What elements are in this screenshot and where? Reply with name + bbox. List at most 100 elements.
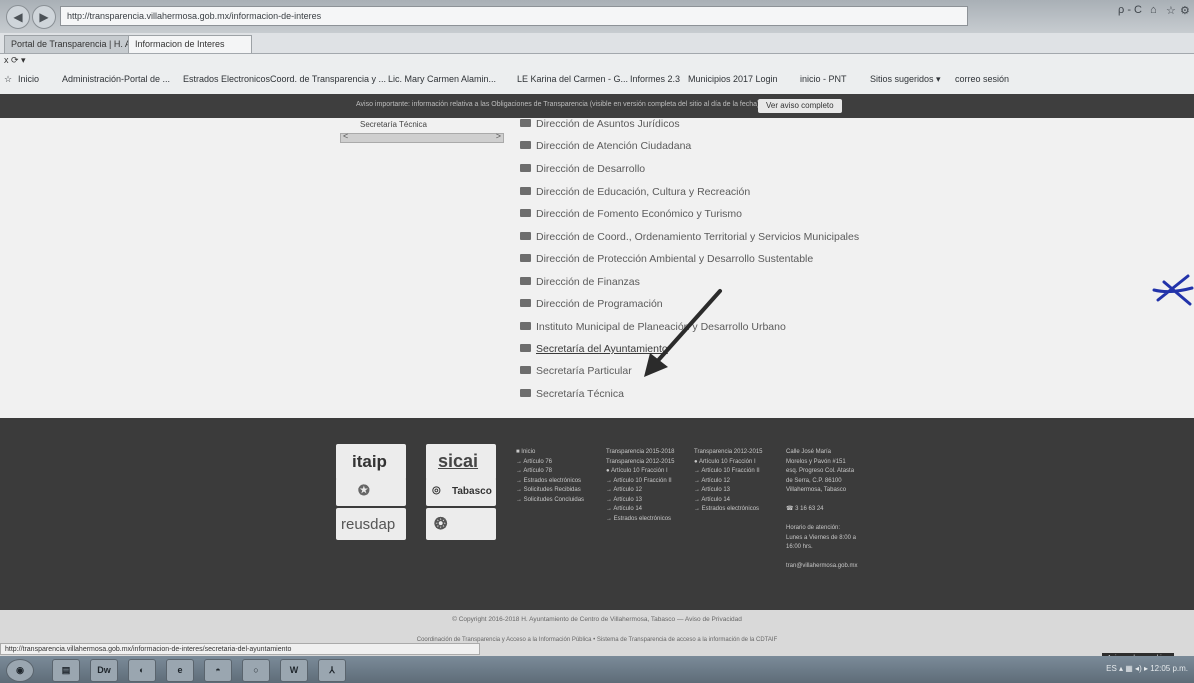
- footer-link[interactable]: ● Artículo 10 Fracción I: [694, 458, 763, 468]
- tabasco-seal-icon: ◎: [432, 485, 441, 496]
- footer-link[interactable]: → Estrados electrónicos: [694, 505, 763, 515]
- footer-link[interactable]: → Artículo 78: [516, 467, 584, 477]
- chrome-icon[interactable]: ○: [242, 659, 270, 682]
- footer-link[interactable]: → Artículo 13: [606, 496, 675, 506]
- tab-portal[interactable]: Portal de Transparencia | H. Ay...: [4, 35, 133, 53]
- favorite-municipios[interactable]: Municipios 2017 Login: [688, 74, 778, 84]
- list-item[interactable]: Dirección de Fomento Económico y Turismo: [520, 206, 742, 222]
- notice-text: Aviso importante: información relativa a…: [356, 101, 760, 108]
- footer-link[interactable]: → Artículo 10 Fracción II: [694, 467, 763, 477]
- footer-link[interactable]: → Solicitudes Recibidas: [516, 486, 584, 496]
- internet-explorer-icon[interactable]: e: [166, 659, 194, 682]
- dreamweaver-icon[interactable]: Dw: [90, 659, 118, 682]
- footer-link[interactable]: → Solicitudes Concluidas: [516, 496, 584, 506]
- list-item[interactable]: Dirección de Educación, Cultura y Recrea…: [520, 184, 750, 200]
- folder-icon: [520, 254, 531, 263]
- settings-icon[interactable]: ⚙: [1180, 4, 1190, 17]
- favorites-bar: ☆ Inicio Administración-Portal de ... Es…: [0, 66, 1194, 95]
- forward-icon[interactable]: ▶: [32, 5, 56, 29]
- scroll-right-icon[interactable]: >: [496, 131, 501, 141]
- media-player-icon[interactable]: ◐: [128, 659, 156, 682]
- reusdap-logo[interactable]: reusdap: [336, 508, 406, 540]
- footer-contact: Calle José María Morelos y Pavón #151 es…: [786, 448, 857, 572]
- footer-link[interactable]: → Artículo 76: [516, 458, 584, 468]
- footer-link[interactable]: → Artículo 14: [606, 505, 675, 515]
- explorer-icon[interactable]: ▤: [52, 659, 80, 682]
- sicai-logo[interactable]: sicai: [426, 444, 496, 480]
- favorite-admin-portal[interactable]: Administración-Portal de ...: [62, 74, 170, 84]
- footer-link[interactable]: ■ Inicio: [516, 448, 584, 458]
- list-item[interactable]: Secretaría Técnica: [520, 386, 624, 402]
- folder-icon: [520, 209, 531, 218]
- footer-col-links: ■ Inicio → Artículo 76 → Artículo 78 → E…: [516, 448, 584, 505]
- footer-link[interactable]: Transparencia 2012-2015: [694, 448, 763, 458]
- pen-mark-icon: [1152, 274, 1194, 306]
- list-item[interactable]: Dirección de Asuntos Jurídicos: [520, 116, 680, 132]
- list-item[interactable]: Dirección de Desarrollo: [520, 161, 645, 177]
- back-icon[interactable]: ◀: [6, 5, 30, 29]
- favorites-icon[interactable]: ☆: [1166, 4, 1176, 17]
- folder-icon: [520, 366, 531, 375]
- favorite-informes[interactable]: Informes 2.3: [630, 74, 680, 84]
- command-bar[interactable]: x ⟳ ▾: [0, 54, 1194, 66]
- scroll-left-icon[interactable]: <: [343, 131, 348, 141]
- acrobat-icon[interactable]: ⅄: [318, 659, 346, 682]
- word-icon[interactable]: W: [280, 659, 308, 682]
- home-icon[interactable]: ⌂: [1150, 4, 1157, 16]
- start-icon[interactable]: ◉: [6, 659, 34, 682]
- itaip-logo[interactable]: itaip: [336, 444, 406, 480]
- folder-icon: [520, 389, 531, 398]
- favorite-mary[interactable]: Lic. Mary Carmen Alamin...: [388, 74, 496, 84]
- footer-link[interactable]: → Artículo 14: [694, 496, 763, 506]
- site-footer: itaip sicai ✪ ◎ Tabasco reusdap ❂ ■ Inic…: [0, 418, 1194, 610]
- tree-label[interactable]: Secretaría Técnica: [360, 120, 427, 129]
- annotation-arrow-icon: [644, 289, 722, 377]
- folder-icon: [520, 344, 531, 353]
- tab-informacion[interactable]: Informacion de Interes: [128, 35, 252, 53]
- favorite-karina[interactable]: LE Karina del Carmen - G...: [517, 74, 628, 84]
- ieptab-logo[interactable]: ✪: [336, 478, 406, 506]
- badge-icon: ❂: [434, 516, 448, 533]
- footer-link[interactable]: ● Artículo 10 Fracción I: [606, 467, 675, 477]
- contact-email[interactable]: tran@villahermosa.gob.mx: [786, 562, 857, 572]
- footer-link[interactable]: → Estrados electrónicos: [516, 477, 584, 487]
- footer-col-2015: Transparencia 2015-2018 Transparencia 20…: [606, 448, 675, 524]
- folder-icon: [520, 164, 531, 173]
- notice-bar: Aviso importante: información relativa a…: [0, 94, 1194, 118]
- folder-icon: [520, 299, 531, 308]
- favorite-correo[interactable]: correo sesión: [955, 74, 1009, 84]
- footer-link[interactable]: → Artículo 13: [694, 486, 763, 496]
- list-item[interactable]: Dirección de Finanzas: [520, 274, 640, 290]
- list-item[interactable]: Dirección de Protección Ambiental y Desa…: [520, 251, 813, 267]
- favorite-sitios[interactable]: Sitios sugeridos ▾: [870, 74, 941, 85]
- fav-star-icon: ☆: [4, 74, 13, 84]
- tree-scrollbar[interactable]: < >: [340, 131, 504, 143]
- footer-link[interactable]: → Artículo 12: [606, 486, 675, 496]
- folder-icon: [520, 277, 531, 286]
- notice-button[interactable]: Ver aviso completo: [758, 99, 842, 113]
- seal-icon: ✪: [358, 482, 370, 498]
- folder-icon: [520, 232, 531, 241]
- footer-col-2012: Transparencia 2012-2015 ● Artículo 10 Fr…: [694, 448, 763, 515]
- footer-link[interactable]: → Artículo 12: [694, 477, 763, 487]
- footer-link[interactable]: Transparencia 2015-2018: [606, 448, 675, 458]
- favorite-coord[interactable]: Coord. de Transparencia y ...: [270, 74, 386, 84]
- address-bar[interactable]: http://transparencia.villahermosa.gob.mx…: [60, 6, 968, 26]
- favorite-pnt[interactable]: inicio - PNT: [800, 74, 847, 84]
- copyright-text: © Copyright 2016-2018 H. Ayuntamiento de…: [452, 616, 742, 623]
- list-item[interactable]: Secretaría Particular: [520, 363, 632, 379]
- app-icon[interactable]: ◓: [204, 659, 232, 682]
- tabasco-logo[interactable]: ◎ Tabasco: [426, 478, 496, 506]
- list-item[interactable]: Dirección de Coord., Ordenamiento Territ…: [520, 229, 859, 245]
- footer-link[interactable]: → Artículo 10 Fracción II: [606, 477, 675, 487]
- system-tray[interactable]: ES ▴ ▦ ◂) ▸ 12:05 p.m.: [1106, 664, 1188, 673]
- status-url: http://transparencia.villahermosa.gob.mx…: [0, 643, 480, 655]
- tab-row: Portal de Transparencia | H. Ay... Infor…: [0, 33, 1194, 54]
- footer-link[interactable]: Transparencia 2012-2015: [606, 458, 675, 468]
- favorite-inicio[interactable]: Inicio: [18, 74, 39, 84]
- favorite-estrados[interactable]: Estrados Electronicos: [183, 74, 270, 84]
- search-hint[interactable]: ρ - C: [1118, 4, 1142, 16]
- compromiso-logo[interactable]: ❂: [426, 508, 496, 540]
- footer-link[interactable]: → Estrados electrónicos: [606, 515, 675, 525]
- list-item[interactable]: Dirección de Atención Ciudadana: [520, 138, 691, 154]
